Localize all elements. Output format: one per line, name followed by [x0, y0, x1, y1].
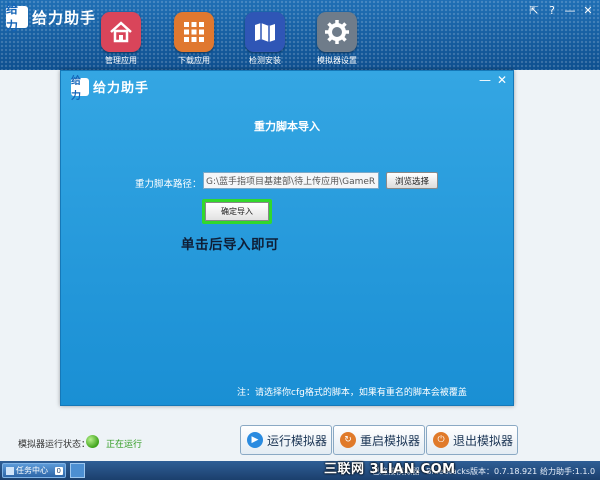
- path-input[interactable]: [203, 172, 379, 189]
- window-controls: ⇱ ? — ✕: [526, 3, 596, 17]
- help-icon[interactable]: ?: [544, 3, 560, 17]
- nav-item-label: 检测安装: [249, 56, 281, 65]
- dialog-logo: 给力 给力助手: [71, 76, 150, 102]
- close-icon[interactable]: ✕: [497, 73, 507, 87]
- dialog-title: 重力脚本导入: [254, 120, 320, 133]
- close-icon[interactable]: ✕: [580, 3, 596, 17]
- path-label: 重力脚本路径：: [135, 179, 202, 190]
- script-import-dialog: 给力 给力助手 — ✕ 重力脚本导入 重力脚本路径： 浏览选择 确定导入 单击后…: [60, 70, 514, 406]
- watermark: 三联网 3LIAN.COM: [324, 462, 456, 477]
- exit-emulator-button[interactable]: ⏻ 退出模拟器: [426, 425, 518, 455]
- nav-item-emulator-settings[interactable]: 模拟器设置: [306, 12, 368, 66]
- power-icon: ⏻: [433, 432, 449, 448]
- app-logo: 给力 给力助手: [6, 2, 97, 33]
- nav-item-label: 下载应用: [178, 56, 210, 65]
- dialog-controls: — ✕: [479, 73, 507, 87]
- taskbar: 任务中心 0 已连接模拟器 BlueStacks版本：0.7.18.921 给力…: [0, 461, 600, 480]
- minimize-icon[interactable]: —: [479, 73, 491, 87]
- minimize-icon[interactable]: —: [562, 3, 578, 17]
- logo-mark: 给力: [6, 2, 28, 33]
- home-icon: [101, 12, 141, 52]
- task-center-button[interactable]: 任务中心 0: [2, 463, 66, 478]
- gear-icon: [317, 12, 357, 52]
- task-center-label: 任务中心: [16, 466, 48, 475]
- app-version: 给力助手:1.1.0: [540, 467, 596, 476]
- pin-icon[interactable]: ⇱: [526, 3, 542, 17]
- run-emulator-label: 运行模拟器: [267, 433, 328, 448]
- restart-emulator-button[interactable]: ↻ 重启模拟器: [333, 425, 425, 455]
- run-emulator-button[interactable]: ▶ 运行模拟器: [240, 425, 332, 455]
- taskbar-app-icon[interactable]: [70, 463, 85, 478]
- dialog-app-title: 给力助手: [93, 81, 150, 96]
- nav-item-label: 模拟器设置: [317, 56, 357, 65]
- header-bar: 给力 给力助手 管理应用 下载应用 检测安装 模拟器设置 ⇱ ? — ✕: [0, 0, 600, 70]
- nav-item-download-apps[interactable]: 下载应用: [163, 12, 225, 66]
- logo-mark: 给力: [71, 76, 89, 102]
- browse-button[interactable]: 浏览选择: [386, 172, 438, 189]
- status-label: 模拟器运行状态：: [18, 440, 91, 450]
- app-title: 给力助手: [32, 8, 97, 27]
- play-icon: ▶: [247, 432, 263, 448]
- nav-item-check-install[interactable]: 检测安装: [234, 12, 296, 66]
- restart-emulator-label: 重启模拟器: [360, 433, 421, 448]
- exit-emulator-label: 退出模拟器: [453, 433, 514, 448]
- hint-annotation: 单击后导入即可: [181, 237, 279, 253]
- nav-item-manage-apps[interactable]: 管理应用: [90, 12, 152, 66]
- task-count-badge: 0: [54, 466, 63, 475]
- status-value: 正在运行: [106, 440, 143, 450]
- nav-item-label: 管理应用: [105, 56, 137, 65]
- dialog-note: 注：请选择你cfg格式的脚本，如果有重名的脚本会被覆盖: [237, 388, 467, 398]
- grid-icon: [174, 12, 214, 52]
- confirm-highlight: 确定导入: [202, 199, 272, 224]
- task-center-icon: [6, 466, 14, 475]
- status-indicator-icon: [86, 435, 99, 448]
- map-icon: [245, 12, 285, 52]
- confirm-import-button[interactable]: 确定导入: [205, 202, 269, 221]
- restart-icon: ↻: [340, 432, 356, 448]
